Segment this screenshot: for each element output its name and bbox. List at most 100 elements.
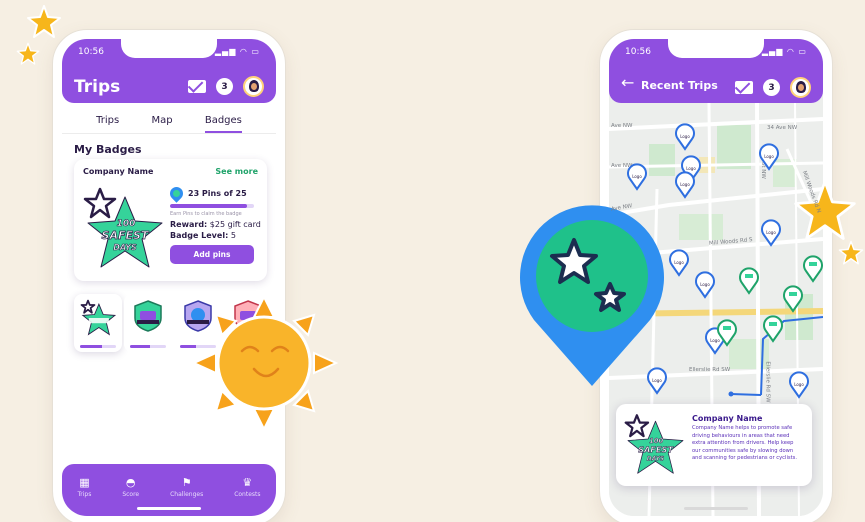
badge-tile-safest-days[interactable] xyxy=(74,294,122,352)
nav-challenges-label: Challenges xyxy=(170,490,204,498)
pins-count: 23 Pins of 25 xyxy=(188,189,247,198)
left-phone: 10:56 ▂▄▆ ◠ ▭ Trips 3 Trips Map Badges M… xyxy=(53,30,285,522)
tab-map[interactable]: Map xyxy=(151,115,172,133)
map-pin-green xyxy=(803,255,823,283)
status-icons: ▂▄▆ ◠ ▭ xyxy=(214,47,260,56)
safest-days-badge-icon xyxy=(80,299,117,336)
badge-tile-teal[interactable] xyxy=(124,294,172,352)
nav-trips[interactable]: ▦ Trips xyxy=(77,477,91,498)
avatar[interactable] xyxy=(790,77,811,98)
badge-text-top: 100 xyxy=(117,219,136,229)
right-phone: Ave NW 34 Ave NW Ave NW 50 St NW Ave NW … xyxy=(600,30,832,522)
earn-hint: Earn Pins to claim the badge xyxy=(170,211,242,217)
page-title: Recent Trips xyxy=(641,79,718,92)
back-arrow-icon[interactable]: ← xyxy=(621,75,634,91)
add-pins-button[interactable]: Add pins xyxy=(170,245,254,264)
pin-icon xyxy=(167,184,186,203)
company-info-card[interactable]: 100 SAFEST DAYS Company Name Company Nam… xyxy=(616,404,812,486)
page-title: Trips xyxy=(74,77,121,97)
map-pin-logo: Logo xyxy=(761,219,781,247)
home-indicator xyxy=(137,507,201,510)
notification-badge[interactable]: 3 xyxy=(763,79,780,96)
mail-icon[interactable] xyxy=(188,80,206,93)
pin-logo-text: Logo xyxy=(794,382,804,387)
map-pin-logo: Logo xyxy=(759,143,779,171)
section-title: My Badges xyxy=(74,143,142,156)
star-decoration-icon xyxy=(27,5,61,38)
map-pin-logo: Logo xyxy=(675,171,695,199)
company-badge-card[interactable]: Company Name See more 100 SAFEST DAYS 23… xyxy=(74,159,267,281)
phone-notch xyxy=(121,39,217,58)
mail-icon[interactable] xyxy=(735,81,753,94)
phone-notch xyxy=(668,39,764,58)
pin-logo-text: Logo xyxy=(632,174,642,179)
see-more-link[interactable]: See more xyxy=(215,167,258,176)
tab-trips[interactable]: Trips xyxy=(96,115,119,133)
pin-logo-text: Logo xyxy=(710,338,720,343)
reward-line: Reward: $25 gift card xyxy=(170,220,261,229)
badge-progress-fill xyxy=(130,345,150,348)
speedometer-icon: ◓ xyxy=(125,475,136,489)
badge-progress-fill xyxy=(180,345,197,348)
badge-level-line: Badge Level: 5 xyxy=(170,231,236,240)
map-pin-logo: Logo xyxy=(669,249,689,277)
outline-star-icon xyxy=(83,187,117,219)
badge-progress-fill xyxy=(230,345,241,348)
pin-logo-text: Logo xyxy=(652,378,662,383)
badge-tile-blue[interactable] xyxy=(174,294,222,352)
reward-label: Reward: xyxy=(170,220,208,229)
map-pin-logo: Logo xyxy=(695,271,715,299)
status-time: 10:56 xyxy=(78,47,104,57)
outline-star-icon xyxy=(624,414,650,438)
company-name: Company Name xyxy=(83,167,154,176)
pin-logo-text: Logo xyxy=(764,154,774,159)
badge-progress xyxy=(80,345,116,348)
badge-list xyxy=(74,294,272,354)
nav-trips-label: Trips xyxy=(77,490,92,498)
pin-logo-text: Logo xyxy=(700,282,710,287)
badge-progress xyxy=(180,345,216,348)
star-decoration-icon xyxy=(16,42,40,65)
safest-days-badge: 100 SAFEST DAYS xyxy=(624,414,684,474)
tab-divider xyxy=(62,133,276,134)
flag-icon: ⚑ xyxy=(181,475,192,489)
pin-logo-text: Logo xyxy=(680,182,690,187)
badge-progress xyxy=(230,345,266,348)
pins-progress-fill xyxy=(170,204,248,208)
tab-badges[interactable]: Badges xyxy=(204,115,242,133)
nav-contests[interactable]: ♛ Contests xyxy=(234,477,260,498)
pins-progress-bar xyxy=(170,204,254,208)
nav-score[interactable]: ◓ Score xyxy=(122,477,139,498)
map-pin-green xyxy=(739,267,759,295)
map-pin-logo: Logo xyxy=(627,163,647,191)
tab-bar: Trips Map Badges xyxy=(62,115,276,133)
badge-level-label: Badge Level: xyxy=(170,231,229,240)
avatar[interactable] xyxy=(243,76,264,97)
teal-shield-badge-icon xyxy=(134,300,162,332)
map-pin-logo: Logo xyxy=(675,123,695,151)
notification-badge[interactable]: 3 xyxy=(216,78,233,95)
badge-level-value: 5 xyxy=(230,231,236,240)
safest-days-badge: 100 SAFEST DAYS xyxy=(83,187,163,268)
badge-text-middle: SAFEST xyxy=(102,229,150,242)
badge-text-bottom: DAYS xyxy=(113,243,137,252)
pin-logo-text: Logo xyxy=(674,260,684,265)
badge-text-middle: SAFEST xyxy=(638,444,674,454)
badge-text-top: 100 xyxy=(649,437,663,445)
bottom-nav: ▦ Trips ◓ Score ⚑ Challenges ♛ Contests xyxy=(62,464,276,516)
info-card-title: Company Name xyxy=(692,414,763,423)
badge-progress xyxy=(130,345,166,348)
map-pin-green xyxy=(763,315,783,343)
nav-challenges[interactable]: ⚑ Challenges xyxy=(170,477,203,498)
reward-value: $25 gift card xyxy=(209,220,261,229)
blue-shield-badge-icon xyxy=(184,300,212,332)
red-shield-badge-icon xyxy=(234,300,262,332)
map-icon: ▦ xyxy=(79,475,90,489)
star-decoration-icon xyxy=(838,240,864,265)
status-icons: ▂▄▆ ◠ ▭ xyxy=(761,47,807,56)
badge-progress-fill xyxy=(80,345,102,348)
pin-logo-text: Logo xyxy=(766,230,776,235)
pin-logo-text: Logo xyxy=(686,166,696,171)
pin-logo-text: Logo xyxy=(680,134,690,139)
badge-tile-red[interactable] xyxy=(224,294,272,352)
